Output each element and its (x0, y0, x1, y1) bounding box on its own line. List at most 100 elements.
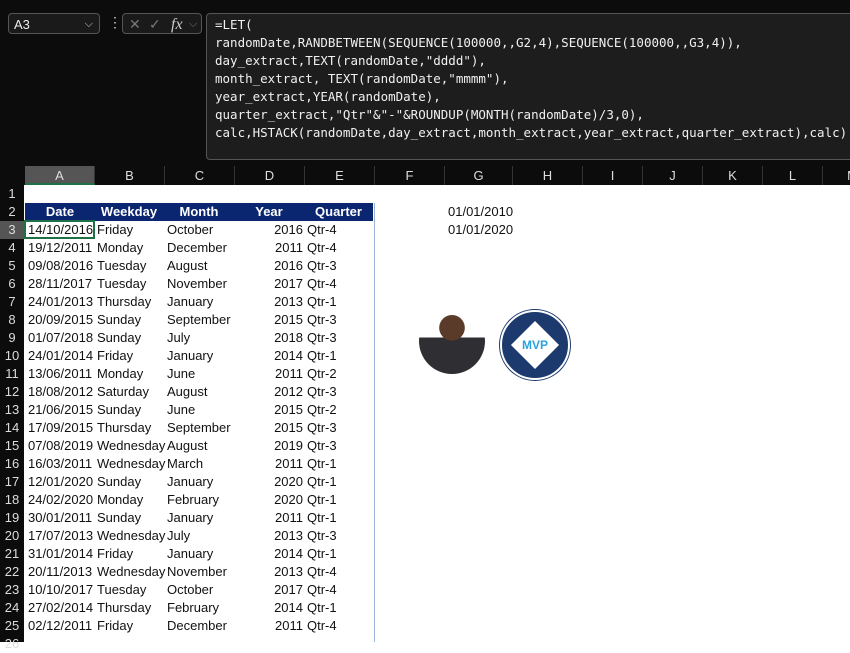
cell[interactable]: November (167, 275, 237, 293)
cell[interactable]: 2014 (237, 347, 303, 365)
cell[interactable]: 2011 (237, 365, 303, 383)
cell[interactable]: Thursday (97, 293, 167, 311)
cell[interactable]: Wednesday (97, 455, 167, 473)
cell[interactable]: Wednesday (97, 563, 167, 581)
row-header-4[interactable]: 4 (0, 239, 24, 257)
cell[interactable]: 2011 (237, 617, 303, 635)
column-header-H[interactable]: H (513, 166, 583, 185)
cell[interactable]: Monday (97, 239, 167, 257)
cell[interactable]: 21/06/2015 (28, 401, 96, 419)
cell[interactable]: Qtr-4 (307, 239, 377, 257)
column-header-M[interactable]: M (823, 166, 850, 185)
cell[interactable]: June (167, 365, 237, 383)
cell[interactable]: Tuesday (97, 275, 167, 293)
cancel-icon[interactable]: ✕ (129, 14, 141, 35)
cell[interactable]: 09/08/2016 (28, 257, 96, 275)
cell[interactable]: 2014 (237, 599, 303, 617)
row-header-11[interactable]: 11 (0, 365, 24, 383)
row-header-26[interactable]: 26 (0, 635, 24, 653)
row-header-1[interactable]: 1 (0, 185, 24, 203)
row-header-12[interactable]: 12 (0, 383, 24, 401)
cell[interactable]: 2017 (237, 275, 303, 293)
cell[interactable]: Wednesday (97, 527, 167, 545)
cell[interactable]: Qtr-1 (307, 455, 377, 473)
column-header-J[interactable]: J (643, 166, 703, 185)
cell-g3[interactable]: 01/01/2020 (448, 222, 513, 237)
column-header-K[interactable]: K (703, 166, 763, 185)
cell[interactable]: Qtr-2 (307, 401, 377, 419)
cell[interactable]: Qtr-3 (307, 329, 377, 347)
row-header-2[interactable]: 2 (0, 203, 24, 221)
cell[interactable]: 2015 (237, 311, 303, 329)
cell[interactable]: 27/02/2014 (28, 599, 96, 617)
cell[interactable]: Qtr-1 (307, 509, 377, 527)
cell[interactable]: Sunday (97, 401, 167, 419)
cell[interactable]: Qtr-2 (307, 365, 377, 383)
cell[interactable]: 24/01/2014 (28, 347, 96, 365)
column-header-L[interactable]: L (763, 166, 823, 185)
cell[interactable]: Sunday (97, 473, 167, 491)
row-header-22[interactable]: 22 (0, 563, 24, 581)
row-header-14[interactable]: 14 (0, 419, 24, 437)
cell[interactable]: 28/11/2017 (28, 275, 96, 293)
cell[interactable]: Qtr-3 (307, 437, 377, 455)
cell[interactable]: December (167, 239, 237, 257)
cell[interactable]: Qtr-1 (307, 545, 377, 563)
row-header-20[interactable]: 20 (0, 527, 24, 545)
cell[interactable]: Qtr-1 (307, 347, 377, 365)
row-header-21[interactable]: 21 (0, 545, 24, 563)
cell[interactable]: Wednesday (97, 437, 167, 455)
cell[interactable]: 2015 (237, 419, 303, 437)
cell[interactable]: 20/11/2013 (28, 563, 96, 581)
cell[interactable]: Qtr-3 (307, 311, 377, 329)
cell[interactable]: 2020 (237, 473, 303, 491)
cell[interactable]: July (167, 329, 237, 347)
column-header-I[interactable]: I (583, 166, 643, 185)
cell[interactable]: 2020 (237, 491, 303, 509)
column-header-D[interactable]: D (235, 166, 305, 185)
cell[interactable]: Sunday (97, 509, 167, 527)
cell[interactable]: Qtr-1 (307, 473, 377, 491)
cell[interactable]: 10/10/2017 (28, 581, 96, 599)
cell[interactable]: August (167, 383, 237, 401)
chevron-down-icon[interactable]: ⌵ (85, 14, 93, 35)
row-header-9[interactable]: 9 (0, 329, 24, 347)
cell[interactable]: January (167, 293, 237, 311)
cell[interactable]: February (167, 491, 237, 509)
cell[interactable]: 24/01/2013 (28, 293, 96, 311)
cell[interactable]: 2016 (237, 221, 303, 239)
row-header-24[interactable]: 24 (0, 599, 24, 617)
column-header-B[interactable]: B (95, 166, 165, 185)
row-header-17[interactable]: 17 (0, 473, 24, 491)
selected-cell[interactable] (24, 220, 95, 239)
cell[interactable]: January (167, 509, 237, 527)
cell[interactable]: Qtr-4 (307, 563, 377, 581)
cell[interactable]: 30/01/2011 (28, 509, 96, 527)
cell[interactable]: 01/07/2018 (28, 329, 96, 347)
cell[interactable]: Qtr-3 (307, 383, 377, 401)
cell[interactable]: 20/09/2015 (28, 311, 96, 329)
cell[interactable]: Qtr-4 (307, 581, 377, 599)
cell[interactable]: 2011 (237, 239, 303, 257)
cell[interactable]: Monday (97, 491, 167, 509)
cell[interactable]: 2017 (237, 581, 303, 599)
cell[interactable]: January (167, 347, 237, 365)
row-header-18[interactable]: 18 (0, 491, 24, 509)
cell[interactable]: Friday (97, 545, 167, 563)
cell[interactable]: Qtr-1 (307, 599, 377, 617)
cell[interactable]: Thursday (97, 419, 167, 437)
cell[interactable]: 02/12/2011 (28, 617, 96, 635)
cell[interactable]: 2018 (237, 329, 303, 347)
row-header-16[interactable]: 16 (0, 455, 24, 473)
cell[interactable]: September (167, 419, 237, 437)
cell[interactable]: Saturday (97, 383, 167, 401)
cell[interactable]: 17/07/2013 (28, 527, 96, 545)
row-header-13[interactable]: 13 (0, 401, 24, 419)
row-header-6[interactable]: 6 (0, 275, 24, 293)
cell[interactable]: 31/01/2014 (28, 545, 96, 563)
cell[interactable]: January (167, 473, 237, 491)
cell[interactable]: 16/03/2011 (28, 455, 96, 473)
cell[interactable]: October (167, 221, 237, 239)
cell[interactable]: 12/01/2020 (28, 473, 96, 491)
cell[interactable]: Qtr-4 (307, 617, 377, 635)
